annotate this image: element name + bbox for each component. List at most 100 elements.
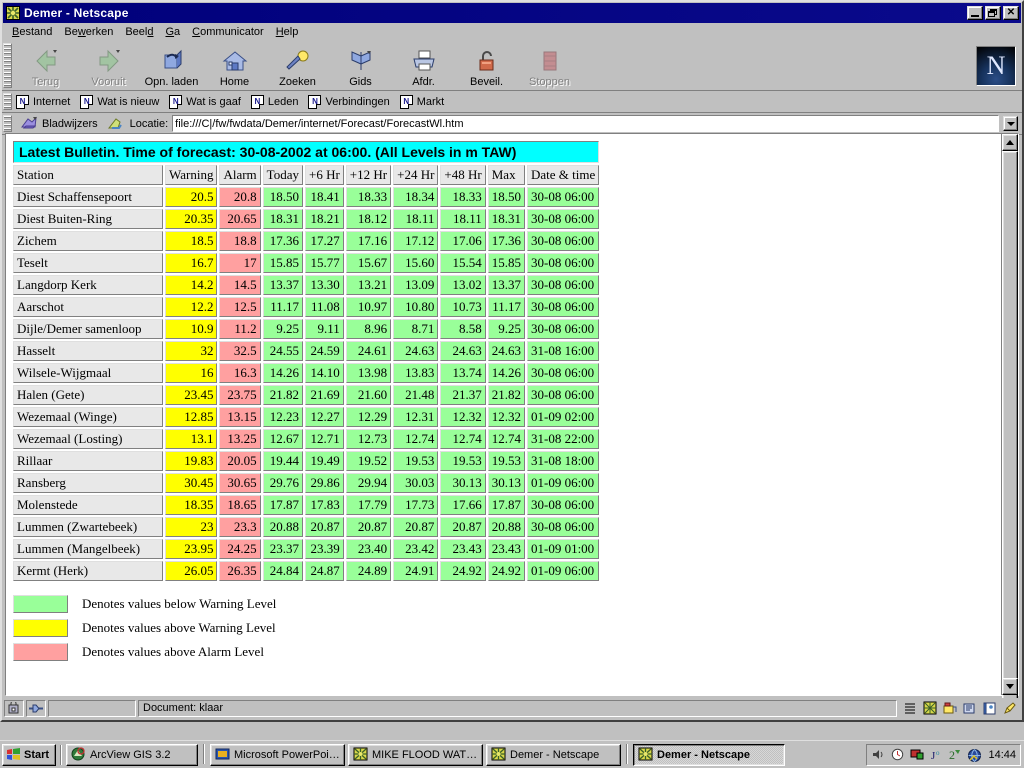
cell-max: 9.25 <box>487 319 525 339</box>
forward-button[interactable]: Vooruit <box>77 45 140 88</box>
cell-h24: 17.73 <box>393 495 439 515</box>
url-input[interactable]: file:///C|/fw/fwdata/Demer/internet/Fore… <box>172 115 999 132</box>
cell-h24: 24.91 <box>393 561 439 581</box>
restore-button[interactable] <box>985 6 1001 20</box>
window-title: Demer - Netscape <box>24 6 129 20</box>
locationbar-grip[interactable] <box>3 115 12 132</box>
back-button[interactable]: Terug <box>14 45 77 88</box>
cell-max: 23.43 <box>487 539 525 559</box>
cell-h48: 24.92 <box>440 561 486 581</box>
scrollbar-track[interactable] <box>1002 151 1018 709</box>
start-label: Start <box>24 748 50 761</box>
keyboard-layout-icon[interactable]: J o <box>928 747 944 763</box>
cell-h6: 17.83 <box>304 495 344 515</box>
home-button[interactable]: Home <box>203 45 266 88</box>
menu-beeld[interactable]: Beeld <box>119 24 159 40</box>
taskbar-item[interactable]: Microsoft PowerPoint - [lou... <box>210 743 345 766</box>
list-icon[interactable] <box>901 700 918 716</box>
cell-warning: 19.83 <box>165 451 218 471</box>
security-lock-icon[interactable] <box>4 699 24 717</box>
taskbar-item[interactable]: ArcView GIS 3.2 <box>66 743 198 766</box>
taskbar: Start ArcView GIS 3.2 Microsoft PowerPoin… <box>0 740 1024 768</box>
newsgroup-icon[interactable] <box>961 700 978 716</box>
composer-icon[interactable] <box>1001 700 1018 716</box>
cell-h12: 18.12 <box>345 209 392 229</box>
navbar-grip[interactable] <box>3 43 12 88</box>
cell-today: 15.85 <box>262 253 303 273</box>
menu-communicator[interactable]: Communicator <box>186 24 270 40</box>
cell-h12: 29.94 <box>345 473 392 493</box>
netscape-icon[interactable] <box>921 700 938 716</box>
mailbox-icon[interactable] <box>941 700 958 716</box>
scroll-up-button[interactable] <box>1002 134 1018 151</box>
search-icon <box>266 47 329 75</box>
menu-bestand[interactable]: BBestandestand <box>6 24 58 40</box>
taskbar-item[interactable]: MIKE FLOOD WATCH - D... <box>348 743 483 766</box>
legend-swatch <box>13 641 68 663</box>
bookmarks-button[interactable]: Bladwijzers <box>14 116 104 131</box>
antivirus-icon[interactable]: 2 <box>947 747 963 763</box>
navigation-toolbar: Terug Vooruit Opn. laden Home Zoeken Gid… <box>2 41 1022 91</box>
cell-h12: 17.16 <box>345 231 392 251</box>
cell-warning: 12.85 <box>165 407 218 427</box>
netscape-icon <box>638 747 653 762</box>
personal-item-wat-is-nieuw[interactable]: N Wat is nieuw <box>78 94 167 110</box>
cell-station: Wilsele-Wijgmaal <box>13 363 163 383</box>
cell-h24: 10.80 <box>393 297 439 317</box>
cell-h48: 24.63 <box>440 341 486 361</box>
cell-warning: 23.45 <box>165 385 218 405</box>
page-vertical-scrollbar[interactable] <box>1001 134 1018 709</box>
menu-help[interactable]: Help <box>270 24 305 40</box>
cell-datetime: 30-08 06:00 <box>526 231 600 251</box>
cell-h12: 20.87 <box>345 517 392 537</box>
stop-label: Stoppen <box>529 76 570 88</box>
volume-icon[interactable] <box>871 747 887 763</box>
personal-item-leden[interactable]: N Leden <box>249 94 307 110</box>
cell-today: 12.23 <box>262 407 303 427</box>
cell-alarm: 26.35 <box>219 561 261 581</box>
network-connection-icon[interactable] <box>26 699 46 717</box>
guide-button[interactable]: Gids <box>329 45 392 88</box>
netscape-page-icon: N <box>80 94 94 109</box>
cell-station: Wezemaal (Losting) <box>13 429 163 449</box>
column-header-h24: +24 Hr <box>393 165 439 185</box>
personal-item-markt[interactable]: N Markt <box>398 94 453 110</box>
start-button[interactable]: Start <box>2 743 56 766</box>
display-icon[interactable] <box>909 747 925 763</box>
print-button[interactable]: Afdr. <box>392 45 455 88</box>
cell-h24: 18.34 <box>393 187 439 207</box>
addressbook-icon[interactable] <box>981 700 998 716</box>
menu-ga[interactable]: Ga <box>159 24 186 40</box>
scrollbar-thumb[interactable] <box>1002 151 1018 709</box>
security-label: Beveil. <box>469 76 504 88</box>
network-icon[interactable] <box>966 747 982 763</box>
url-dropdown-button[interactable] <box>1003 116 1018 131</box>
page-proxy-icon[interactable] <box>106 116 124 131</box>
personalbar-grip[interactable] <box>3 93 12 110</box>
taskbar-clock[interactable]: 14:44 <box>985 749 1016 761</box>
taskbar-item[interactable]: Demer - Netscape <box>486 743 621 766</box>
stop-button[interactable]: Stoppen <box>518 45 581 88</box>
security-button[interactable]: Beveil. <box>455 45 518 88</box>
cell-datetime: 01-09 02:00 <box>526 407 600 427</box>
personal-item-internet[interactable]: N Internet <box>14 94 78 110</box>
minimize-button[interactable] <box>967 6 983 20</box>
taskbar-item[interactable]: Demer - Netscape <box>633 743 785 766</box>
guide-icon <box>329 47 392 75</box>
netscape-logo[interactable]: N <box>976 45 1016 86</box>
close-button[interactable]: ✕ <box>1003 6 1019 20</box>
clock-tool-icon[interactable] <box>890 747 906 763</box>
cell-station: Lummen (Zwartebeek) <box>13 517 163 537</box>
cell-h6: 14.10 <box>304 363 344 383</box>
menu-bar: BBestandestand Bewerken Beeld Ga Communi… <box>2 23 1022 41</box>
personal-item-verbindingen[interactable]: N Verbindingen <box>306 94 397 110</box>
scroll-down-button[interactable] <box>1002 678 1018 695</box>
personal-item-wat-is-gaaf[interactable]: N Wat is gaaf <box>167 94 249 110</box>
cell-warning: 23.95 <box>165 539 218 559</box>
cell-max: 17.36 <box>487 231 525 251</box>
table-row: Aarschot 12.2 12.5 11.17 11.08 10.97 10.80 10.7… <box>13 297 600 317</box>
search-button[interactable]: Zoeken <box>266 45 329 88</box>
reload-button[interactable]: Opn. laden <box>140 45 203 88</box>
legend-row: Denotes values below Warning Level <box>13 593 276 615</box>
menu-bewerken[interactable]: Bewerken <box>58 24 119 40</box>
